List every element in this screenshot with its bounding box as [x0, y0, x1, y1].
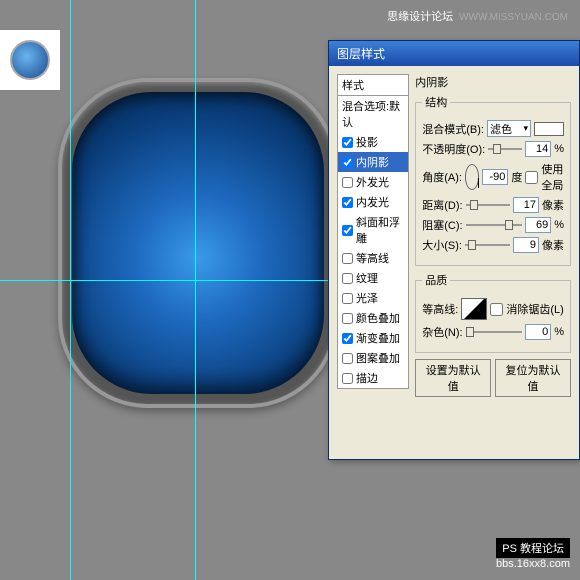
style-item[interactable]: 光泽 [338, 288, 408, 308]
opacity-label: 不透明度(O): [422, 141, 485, 157]
set-default-button[interactable]: 设置为默认值 [415, 359, 491, 397]
styles-panel: 样式 混合选项:默认投影内阴影外发光内发光斜面和浮雕等高线纹理光泽颜色叠加渐变叠… [337, 74, 409, 397]
noise-input[interactable] [525, 324, 551, 340]
style-label: 光泽 [356, 290, 378, 306]
style-checkbox[interactable] [342, 253, 353, 264]
distance-slider[interactable] [466, 204, 510, 206]
styles-list: 混合选项:默认投影内阴影外发光内发光斜面和浮雕等高线纹理光泽颜色叠加渐变叠加图案… [337, 96, 409, 389]
opacity-slider[interactable] [488, 148, 522, 150]
guide-vertical-2 [70, 0, 71, 580]
style-label: 投影 [356, 134, 378, 150]
style-label: 等高线 [356, 250, 389, 266]
style-checkbox[interactable] [342, 333, 353, 344]
layer-style-dialog: 图层样式 样式 混合选项:默认投影内阴影外发光内发光斜面和浮雕等高线纹理光泽颜色… [328, 40, 580, 460]
color-swatch[interactable] [534, 122, 564, 136]
style-item[interactable]: 投影 [338, 132, 408, 152]
global-light-checkbox[interactable] [525, 171, 538, 184]
canvas-shape-inner [72, 92, 324, 394]
style-label: 颜色叠加 [356, 310, 400, 326]
size-label: 大小(S): [422, 237, 462, 253]
style-item[interactable]: 描边 [338, 368, 408, 388]
guide-vertical [195, 0, 196, 580]
blend-label: 混合模式(B): [422, 121, 484, 137]
panel-title: 内阴影 [415, 74, 571, 90]
bottom-watermark: PS 教程论坛 bbs.16xx8.com [496, 538, 570, 570]
style-item[interactable]: 混合选项:默认 [338, 96, 408, 132]
style-item[interactable]: 渐变叠加 [338, 328, 408, 348]
thumbnail [0, 30, 60, 90]
choke-label: 阻塞(C): [422, 217, 462, 233]
style-item[interactable]: 斜面和浮雕 [338, 212, 408, 248]
dialog-title[interactable]: 图层样式 [329, 41, 579, 66]
style-label: 图案叠加 [356, 350, 400, 366]
opacity-input[interactable] [525, 141, 551, 157]
size-slider[interactable] [465, 244, 510, 246]
blend-mode-dropdown[interactable]: 滤色 [487, 120, 531, 137]
style-checkbox[interactable] [342, 197, 353, 208]
canvas-shape-outer [58, 78, 338, 408]
style-checkbox[interactable] [342, 293, 353, 304]
noise-label: 杂色(N): [422, 324, 462, 340]
style-label: 描边 [356, 370, 378, 386]
style-checkbox[interactable] [342, 225, 353, 236]
style-item[interactable]: 等高线 [338, 248, 408, 268]
style-label: 斜面和浮雕 [356, 214, 404, 246]
style-label: 内发光 [356, 194, 389, 210]
distance-label: 距离(D): [422, 197, 462, 213]
style-label: 渐变叠加 [356, 330, 400, 346]
top-watermark: 思缘设计论坛WWW.MISSYUAN.COM [387, 8, 568, 24]
style-label: 纹理 [356, 270, 378, 286]
style-checkbox[interactable] [342, 137, 353, 148]
angle-label: 角度(A): [422, 169, 462, 185]
style-checkbox[interactable] [342, 373, 353, 384]
style-checkbox[interactable] [342, 177, 353, 188]
style-checkbox[interactable] [342, 353, 353, 364]
style-item[interactable]: 内发光 [338, 192, 408, 212]
style-checkbox[interactable] [342, 313, 353, 324]
noise-slider[interactable] [466, 331, 523, 333]
style-checkbox[interactable] [342, 157, 353, 168]
style-item[interactable]: 纹理 [338, 268, 408, 288]
style-label: 外发光 [356, 174, 389, 190]
style-label: 混合选项:默认 [342, 98, 404, 130]
choke-input[interactable] [525, 217, 551, 233]
contour-label: 等高线: [422, 301, 458, 317]
angle-dial[interactable] [465, 164, 479, 190]
antialias-checkbox[interactable] [490, 303, 503, 316]
style-item[interactable]: 内阴影 [338, 152, 408, 172]
size-input[interactable] [513, 237, 539, 253]
style-checkbox[interactable] [342, 273, 353, 284]
style-item[interactable]: 外发光 [338, 172, 408, 192]
reset-default-button[interactable]: 复位为默认值 [495, 359, 571, 397]
styles-header[interactable]: 样式 [337, 74, 409, 96]
structure-group: 结构 混合模式(B): 滤色 不透明度(O): % 角度(A): 度 [415, 94, 571, 266]
style-label: 内阴影 [356, 154, 389, 170]
distance-input[interactable] [513, 197, 539, 213]
choke-slider[interactable] [466, 224, 523, 226]
style-item[interactable]: 颜色叠加 [338, 308, 408, 328]
angle-input[interactable] [482, 169, 508, 185]
style-item[interactable]: 图案叠加 [338, 348, 408, 368]
quality-group: 品质 等高线: 消除锯齿(L) 杂色(N): % [415, 272, 571, 353]
thumbnail-icon [10, 40, 50, 80]
contour-picker[interactable] [461, 298, 487, 320]
settings-panel: 内阴影 结构 混合模式(B): 滤色 不透明度(O): % 角度(A): [415, 74, 571, 397]
